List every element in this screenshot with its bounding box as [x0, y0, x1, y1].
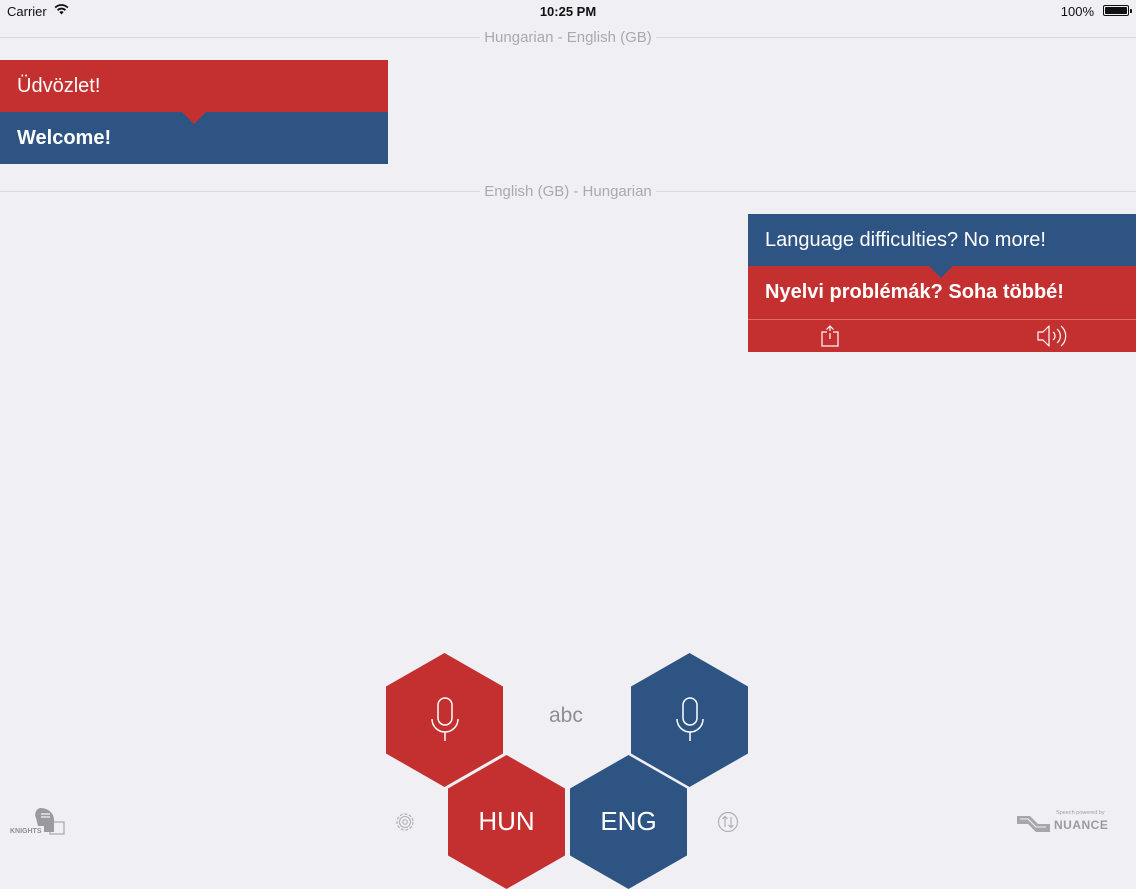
svg-text:NUANCE: NUANCE	[1054, 818, 1108, 832]
svg-text:Speech powered by: Speech powered by	[1056, 810, 1105, 816]
bubble-actions	[748, 319, 1136, 352]
bubble-pointer	[929, 266, 953, 278]
status-bar: Carrier 10:25 PM 100%	[0, 0, 1136, 24]
direction-label: Hungarian - English (GB)	[0, 29, 1136, 46]
hungarian-language-button[interactable]: HUN	[448, 755, 565, 889]
share-icon[interactable]	[821, 325, 839, 347]
svg-text:KNIGHTS: KNIGHTS	[10, 828, 42, 835]
knight-helmet-icon: KNIGHTS	[10, 808, 65, 835]
microphone-icon	[675, 697, 704, 741]
nuance-logo: Speech powered by NUANCE	[1016, 808, 1116, 834]
speaker-icon[interactable]	[1037, 325, 1069, 347]
clock: 10:25 PM	[539, 4, 597, 19]
microphone-icon	[430, 697, 459, 741]
nuance-mark-icon: Speech powered by NUANCE	[1017, 810, 1108, 832]
language-code: ENG	[600, 806, 657, 836]
developer-logo: KNIGHTS	[10, 806, 66, 836]
keyboard-input-button[interactable]: abc	[549, 704, 583, 728]
bubble-pointer	[182, 112, 206, 124]
source-text: Language difficulties? No more!	[748, 214, 1136, 266]
swap-languages-icon[interactable]	[717, 811, 739, 833]
hungarian-mic-button[interactable]	[386, 653, 503, 787]
direction-label: English (GB) - Hungarian	[0, 183, 1136, 200]
battery-percentage: 100%	[1060, 4, 1094, 19]
source-text: Üdvözlet!	[0, 60, 388, 112]
gear-icon[interactable]	[394, 811, 416, 833]
battery-icon	[1103, 5, 1132, 16]
language-code: HUN	[478, 806, 535, 836]
